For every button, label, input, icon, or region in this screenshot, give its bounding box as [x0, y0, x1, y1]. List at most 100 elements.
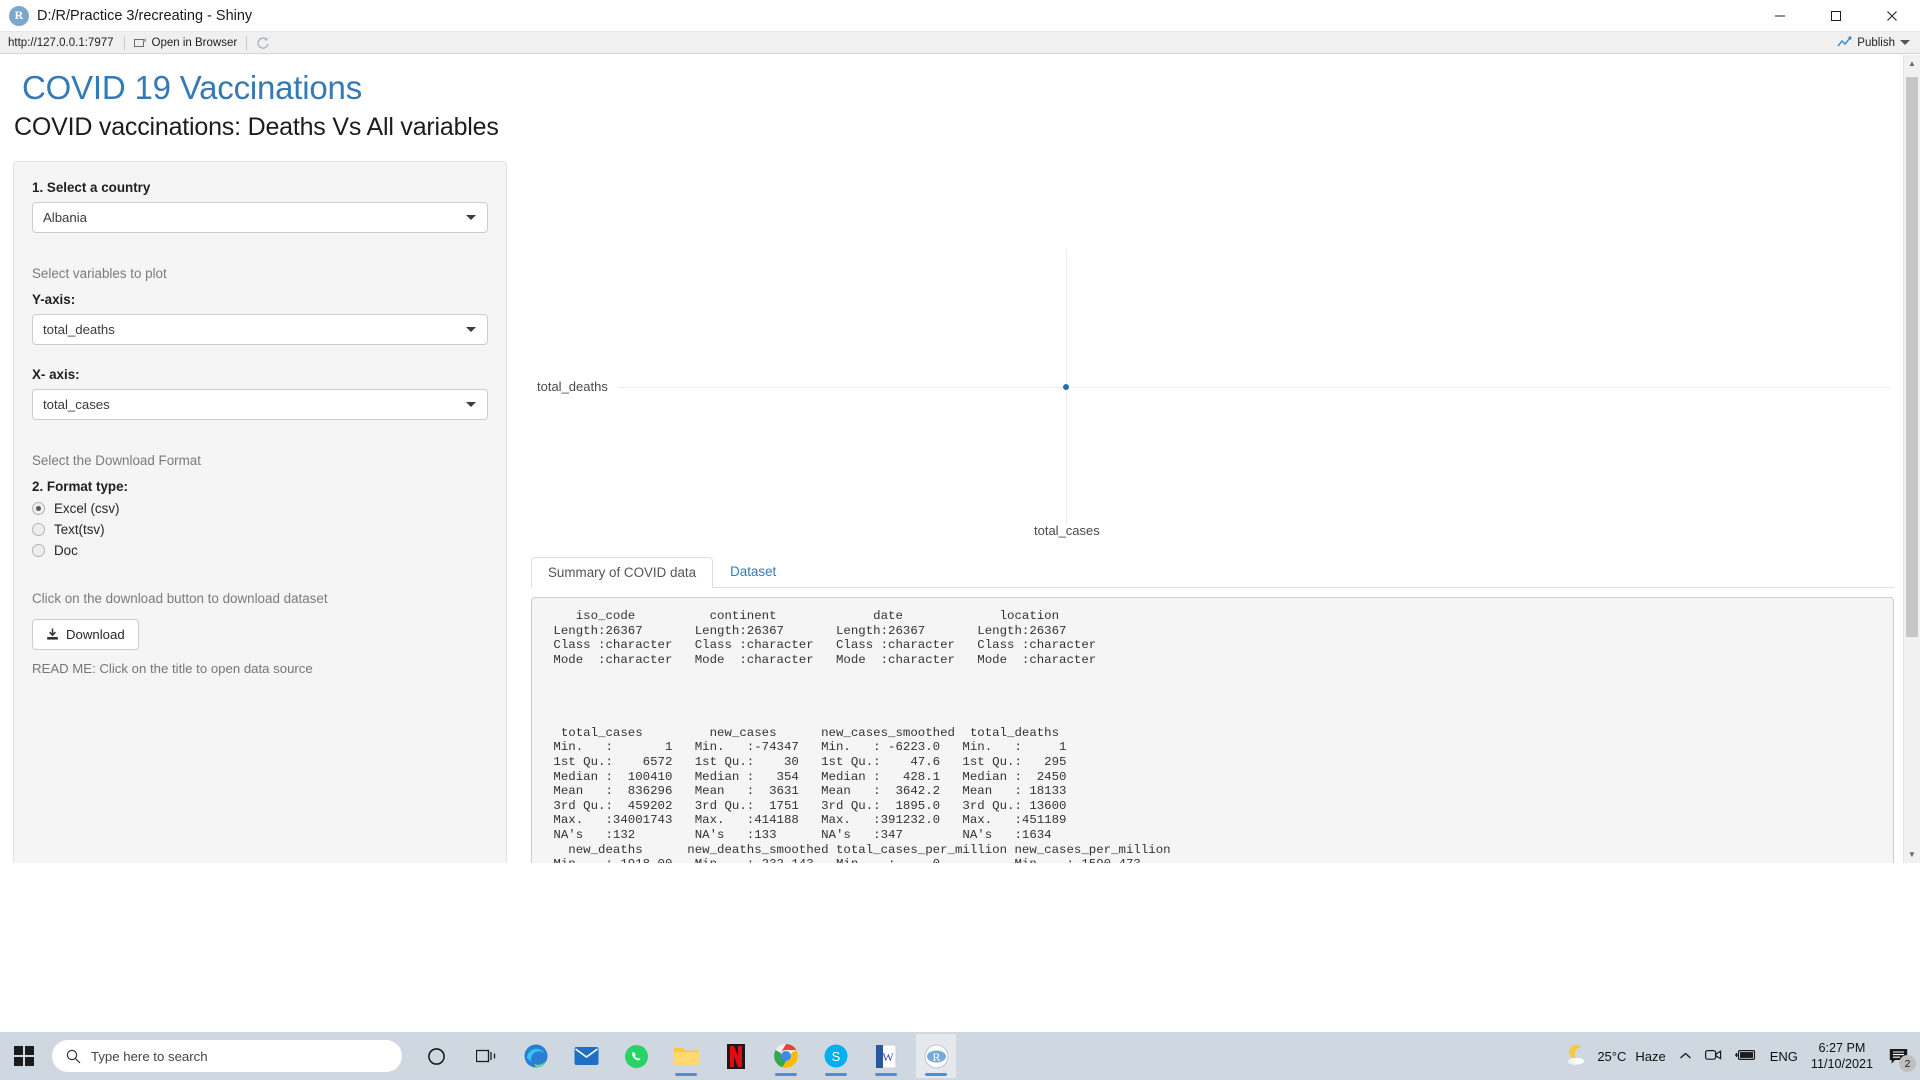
netflix-icon[interactable] — [716, 1034, 756, 1078]
weather-condition: Haze — [1635, 1048, 1666, 1064]
radio-excel-indicator[interactable] — [32, 502, 45, 515]
scatter-plot[interactable]: total_deaths total_cases — [531, 149, 1894, 549]
yaxis-select[interactable]: total_deaths — [32, 314, 488, 345]
tab-dataset-label: Dataset — [730, 563, 777, 579]
format-type-label: 2. Format type: — [32, 479, 128, 494]
clock[interactable]: 6:27 PM 11/10/2021 — [1811, 1040, 1873, 1072]
google-chrome-icon[interactable] — [766, 1034, 806, 1078]
country-label: 1. Select a country — [32, 180, 151, 195]
plot-data-point — [1063, 384, 1069, 390]
country-select[interactable]: Albania — [32, 202, 488, 233]
mail-icon[interactable] — [566, 1034, 606, 1078]
r-logo-icon: R — [9, 5, 29, 26]
download-button[interactable]: Download — [32, 619, 139, 650]
microsoft-edge-icon[interactable] — [516, 1034, 556, 1078]
publish-button[interactable]: Publish — [1837, 36, 1920, 49]
radio-doc-indicator[interactable] — [32, 544, 45, 557]
open-in-browser-button[interactable]: Open in Browser — [125, 32, 247, 54]
chevron-up-icon[interactable] — [1679, 1049, 1692, 1064]
tab-dataset[interactable]: Dataset — [713, 556, 793, 587]
svg-text:W: W — [882, 1050, 894, 1064]
plot-x-axis-label: total_cases — [1034, 523, 1100, 538]
language-indicator[interactable]: ENG — [1770, 1049, 1798, 1064]
plot-y-axis-label: total_deaths — [537, 379, 608, 394]
svg-text:S: S — [832, 1049, 841, 1064]
system-tray: 25°C Haze ENG 6:27 PM 11/10/2021 2 — [1566, 1040, 1920, 1072]
skype-icon[interactable]: S — [816, 1034, 856, 1078]
plot-horizontal-gridline — [619, 387, 1890, 388]
yaxis-chevron-down-icon[interactable] — [466, 327, 476, 332]
main-panel: total_deaths total_cases Summary of COVI… — [531, 161, 1920, 863]
windows-start-icon[interactable] — [0, 1032, 48, 1080]
yaxis-select-wrap: total_deaths — [32, 314, 488, 345]
page-subtitle: COVID vaccinations: Deaths Vs All variab… — [14, 113, 499, 141]
taskbar-icons: S W R — [416, 1034, 956, 1078]
battery-charging-icon[interactable] — [1734, 1049, 1757, 1064]
refresh-icon[interactable] — [247, 32, 279, 54]
microsoft-word-icon[interactable]: W — [866, 1034, 906, 1078]
clock-time: 6:27 PM — [1818, 1041, 1866, 1055]
notification-icon[interactable]: 2 — [1886, 1044, 1916, 1072]
page-title[interactable]: COVID 19 Vaccinations — [22, 69, 1920, 107]
radio-text-label: Text(tsv) — [54, 522, 105, 537]
minimize-icon[interactable] — [1752, 0, 1808, 32]
tab-summary-label: Summary of COVID data — [548, 564, 697, 580]
app-layout: 1. Select a country Albania Select varia… — [0, 161, 1920, 863]
app-page: COVID 19 Vaccinations COVID vaccinations… — [0, 55, 1920, 863]
country-select-wrap: Albania — [32, 202, 488, 233]
scroll-up-icon[interactable]: ▲ — [1904, 55, 1920, 72]
scroll-thumb[interactable] — [1906, 77, 1918, 637]
close-icon[interactable] — [1864, 0, 1920, 32]
moon-cloud-icon — [1566, 1045, 1588, 1067]
publish-icon — [1837, 36, 1852, 47]
readme-text: READ ME: Click on the title to open data… — [32, 661, 313, 676]
camera-icon[interactable] — [1704, 1048, 1722, 1065]
variables-hint: Select variables to plot — [32, 266, 167, 281]
country-chevron-down-icon[interactable] — [466, 215, 476, 220]
search-placeholder: Type here to search — [91, 1048, 208, 1064]
rstudio-icon[interactable]: R — [916, 1034, 956, 1078]
radio-option-text[interactable]: Text(tsv) — [32, 522, 488, 537]
country-select-value: Albania — [43, 210, 87, 225]
tab-bar: Summary of COVID data Dataset — [531, 555, 1894, 588]
radio-doc-label: Doc — [54, 543, 78, 558]
open-in-browser-label: Open in Browser — [151, 36, 238, 49]
tab-summary-of-covid-data[interactable]: Summary of COVID data — [531, 556, 714, 588]
app-url[interactable]: http://127.0.0.1:7977 — [0, 37, 124, 49]
download-icon — [47, 628, 58, 640]
radio-excel-label: Excel (csv) — [54, 501, 120, 516]
weather-widget[interactable]: 25°C Haze — [1566, 1045, 1666, 1067]
shiny-toolbar: http://127.0.0.1:7977 Open in Browser Pu… — [0, 32, 1920, 54]
cortana-icon[interactable] — [416, 1034, 456, 1078]
xaxis-label: X- axis: — [32, 367, 80, 382]
radio-option-excel[interactable]: Excel (csv) — [32, 501, 488, 516]
radio-option-doc[interactable]: Doc — [32, 543, 488, 558]
file-explorer-icon[interactable] — [666, 1034, 706, 1078]
maximize-icon[interactable] — [1808, 0, 1864, 32]
xaxis-select-wrap: total_cases — [32, 389, 488, 420]
xaxis-select[interactable]: total_cases — [32, 389, 488, 420]
download-format-hint: Select the Download Format — [32, 453, 201, 468]
radio-text-indicator[interactable] — [32, 523, 45, 536]
publish-chevron-down-icon[interactable] — [1900, 40, 1910, 45]
sidebar-panel: 1. Select a country Albania Select varia… — [13, 161, 507, 863]
scroll-down-icon[interactable]: ▼ — [1904, 846, 1920, 863]
weather-temperature: 25°C — [1597, 1048, 1627, 1064]
whatsapp-icon[interactable] — [616, 1034, 656, 1078]
search-input[interactable]: Type here to search — [52, 1040, 402, 1072]
page-scrollbar[interactable]: ▲ ▼ — [1903, 55, 1920, 863]
open-in-browser-icon — [133, 37, 146, 47]
notification-count-badge: 2 — [1899, 1055, 1916, 1072]
window-titlebar: R D:/R/Practice 3/recreating - Shiny — [0, 0, 1920, 32]
task-view-icon[interactable] — [466, 1034, 506, 1078]
window-controls — [1752, 0, 1920, 32]
xaxis-chevron-down-icon[interactable] — [466, 402, 476, 407]
download-button-label: Download — [66, 627, 125, 642]
